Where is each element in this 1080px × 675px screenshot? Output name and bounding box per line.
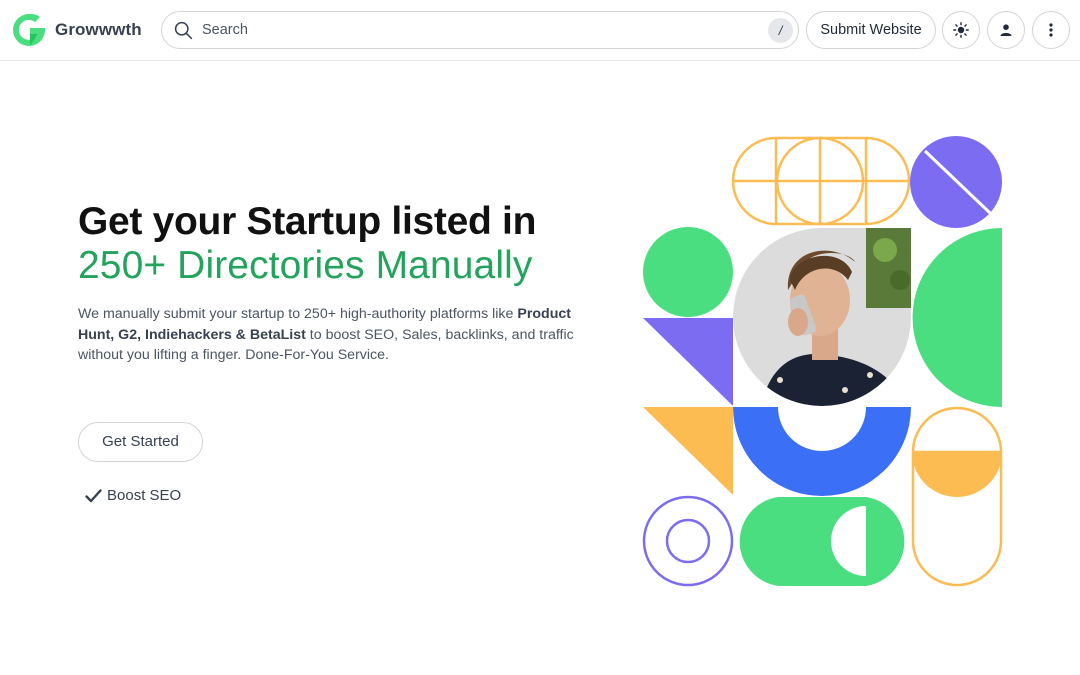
blue-arch-shape bbox=[733, 407, 911, 496]
submit-website-button[interactable]: Submit Website bbox=[806, 11, 936, 49]
person-photo bbox=[733, 228, 911, 406]
search-icon bbox=[174, 21, 193, 40]
brand-name: Growwwth bbox=[55, 20, 142, 39]
search-bar[interactable]: Search / bbox=[161, 11, 799, 49]
more-vertical-icon bbox=[1049, 23, 1053, 37]
hero-illustration bbox=[642, 136, 1003, 587]
user-icon bbox=[1000, 24, 1012, 36]
green-half-disc-shape bbox=[912, 228, 1002, 407]
green-pill-shape bbox=[739, 497, 905, 586]
growwwth-logo-icon bbox=[13, 13, 45, 46]
hero-description: We manually submit your startup to 250+ … bbox=[78, 304, 598, 366]
purple-rings-shape bbox=[642, 495, 734, 587]
sun-icon bbox=[953, 22, 969, 38]
purple-circle-shape bbox=[910, 136, 1002, 228]
hero-desc-part1: We manually submit your startup to 250+ … bbox=[78, 306, 518, 322]
feature-label: Boost SEO bbox=[107, 487, 182, 504]
green-circle-shape bbox=[643, 227, 733, 317]
theme-toggle-button[interactable] bbox=[942, 11, 980, 49]
feature-boost-seo: Boost SEO bbox=[85, 487, 181, 504]
purple-triangle-shape bbox=[643, 318, 733, 406]
hero-title-line2: 250+ Directories Manually bbox=[78, 244, 533, 287]
orange-capsule-shape bbox=[911, 406, 1003, 587]
hero-heading: Get your Startup listed in 250+ Director… bbox=[78, 200, 638, 288]
search-placeholder: Search bbox=[202, 22, 248, 38]
get-started-button[interactable]: Get Started bbox=[78, 422, 203, 462]
orange-triangle-shape bbox=[643, 407, 733, 495]
check-icon bbox=[85, 488, 102, 502]
hero-title-line1: Get your Startup listed in bbox=[78, 200, 537, 243]
brand-logo[interactable]: Growwwth bbox=[10, 11, 142, 49]
orange-outline-shape bbox=[731, 136, 911, 226]
account-button[interactable] bbox=[987, 11, 1025, 49]
search-shortcut-key: / bbox=[768, 18, 793, 43]
top-navbar: Growwwth Search / Submit Website bbox=[0, 0, 1080, 61]
more-menu-button[interactable] bbox=[1032, 11, 1070, 49]
